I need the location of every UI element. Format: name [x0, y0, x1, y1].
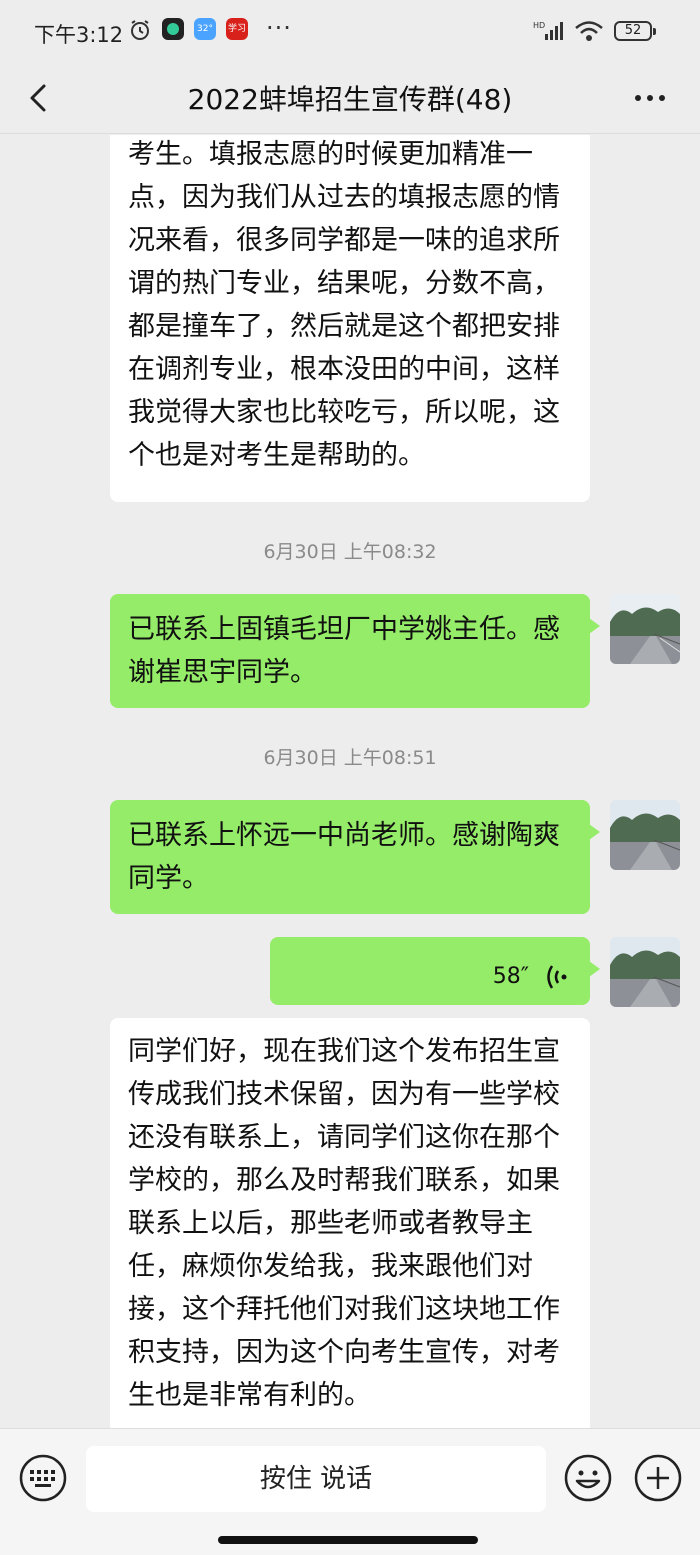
voice-duration: 58″ [492, 964, 529, 989]
keyboard-icon[interactable] [18, 1453, 68, 1503]
battery-icon: 52 [614, 21, 656, 41]
study-app-notification-icon: 学习 [226, 18, 248, 40]
status-bar: 下午3:12 32° 学习 ··· HD 52 [0, 0, 700, 62]
message-text: 同学们好，现在我们这个发布招生宣传成我们技术保留，因为有一些学校还没有联系上，请… [128, 1036, 560, 1411]
weather-notification-icon: 32° [194, 18, 216, 40]
voice-content: 58″ [493, 955, 568, 998]
avatar[interactable] [610, 937, 680, 1007]
more-options-icon[interactable] [630, 78, 674, 118]
signal-icon: HD [533, 21, 563, 40]
avatar-road-photo [610, 594, 680, 664]
input-bar: 按住 说话 [0, 1428, 700, 1555]
message-bubble-sent[interactable]: 已联系上怀远一中尚老师。感谢陶爽同学。 [110, 800, 600, 914]
alarm-icon [131, 20, 149, 40]
message-timestamp: 6月30日 上午08:51 [263, 747, 437, 769]
message-timestamp: 6月30日 上午08:32 [263, 541, 437, 563]
message-list[interactable]: 考生。填报志愿的时候更加精准一点，因为我们从过去的填报志愿的情况来看，很多同学都… [0, 135, 700, 1428]
message-text: 已联系上怀远一中尚老师。感谢陶爽同学。 [128, 820, 560, 894]
svg-text:HD: HD [533, 21, 545, 30]
add-more-icon[interactable] [633, 1453, 683, 1503]
message-text: 已联系上固镇毛坦厂中学姚主任。感谢崔思宇同学。 [128, 614, 560, 688]
app-notification-icon [162, 18, 184, 40]
message-bubble-received[interactable]: 考生。填报志愿的时候更加精准一点，因为我们从过去的填报志愿的情况来看，很多同学都… [110, 135, 590, 502]
avatar-road-photo [610, 800, 680, 870]
avatar[interactable] [610, 594, 680, 664]
message-bubble-sent[interactable]: 已联系上固镇毛坦厂中学姚主任。感谢崔思宇同学。 [110, 594, 600, 708]
status-time: 下午3:12 [34, 23, 124, 47]
avatar[interactable] [610, 800, 680, 870]
chat-header: 2022蚌埠招生宣传群(48) [0, 62, 700, 134]
home-indicator[interactable] [218, 1536, 478, 1544]
message-text: 考生。填报志愿的时候更加精准一点，因为我们从过去的填报志愿的情况来看，很多同学都… [128, 139, 560, 471]
voice-message-bubble[interactable]: 58″ [270, 937, 600, 1005]
more-notifications-icon: ··· [266, 14, 292, 42]
chat-title: 2022蚌埠招生宣传群(48) [187, 83, 513, 116]
avatar-road-photo [610, 937, 680, 1007]
hold-to-talk-button[interactable]: 按住 说话 [86, 1446, 546, 1512]
wifi-icon [575, 21, 603, 41]
emoji-icon[interactable] [563, 1453, 613, 1503]
message-bubble-received[interactable]: 同学们好，现在我们这个发布招生宣传成我们技术保留，因为有一些学校还没有联系上，请… [110, 1018, 590, 1428]
voice-wave-icon [547, 965, 567, 989]
